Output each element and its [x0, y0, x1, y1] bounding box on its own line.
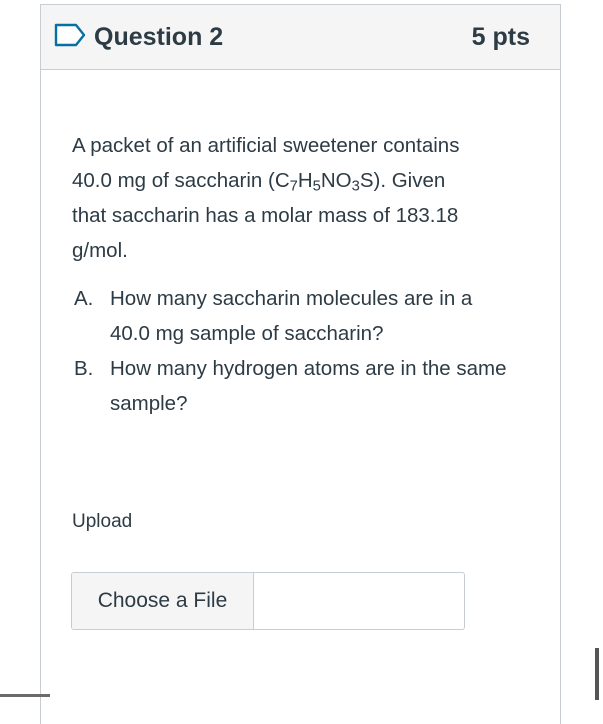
- prompt-line: S). Given: [359, 169, 446, 192]
- part-text: How many saccharin molecules are in a 40…: [110, 287, 473, 345]
- question-points: 5 pts: [471, 23, 530, 51]
- scrollbar[interactable]: [595, 648, 599, 700]
- list-item: B. How many hydrogen atoms are in the sa…: [72, 351, 530, 421]
- prompt-line: A packet of an artificial sweetener cont…: [72, 134, 460, 157]
- list-item: A. How many saccharin molecules are in a…: [72, 281, 530, 351]
- file-upload-field[interactable]: Choose a File: [71, 572, 465, 630]
- part-letter: A.: [74, 287, 94, 310]
- question-title: Question 2: [94, 23, 224, 51]
- formula-part: H: [297, 169, 313, 192]
- prompt-line: 40.0 mg of saccharin (C: [72, 169, 290, 192]
- part-letter: B.: [74, 357, 94, 380]
- prompt-line: that saccharin has a molar mass of 183.1…: [72, 204, 459, 227]
- question-parts-list: A. How many saccharin molecules are in a…: [72, 281, 530, 421]
- choose-file-button[interactable]: Choose a File: [72, 573, 254, 629]
- subscript: 5: [312, 178, 321, 195]
- subscript: 7: [289, 178, 298, 195]
- bookmark-flag-icon[interactable]: [54, 23, 86, 47]
- question-header: Question 2 5 pts: [41, 5, 560, 70]
- upload-label: Upload: [72, 511, 133, 532]
- formula-part: NO: [320, 169, 352, 192]
- question-body: A packet of an artificial sweetener cont…: [41, 70, 560, 421]
- question-prompt: A packet of an artificial sweetener cont…: [72, 128, 522, 268]
- question-card: Question 2 5 pts A packet of an artifici…: [40, 4, 561, 724]
- part-text: How many hydrogen atoms are in the same …: [110, 357, 507, 415]
- prompt-line: g/mol.: [72, 239, 128, 262]
- divider: [0, 694, 50, 697]
- subscript: 3: [351, 178, 360, 195]
